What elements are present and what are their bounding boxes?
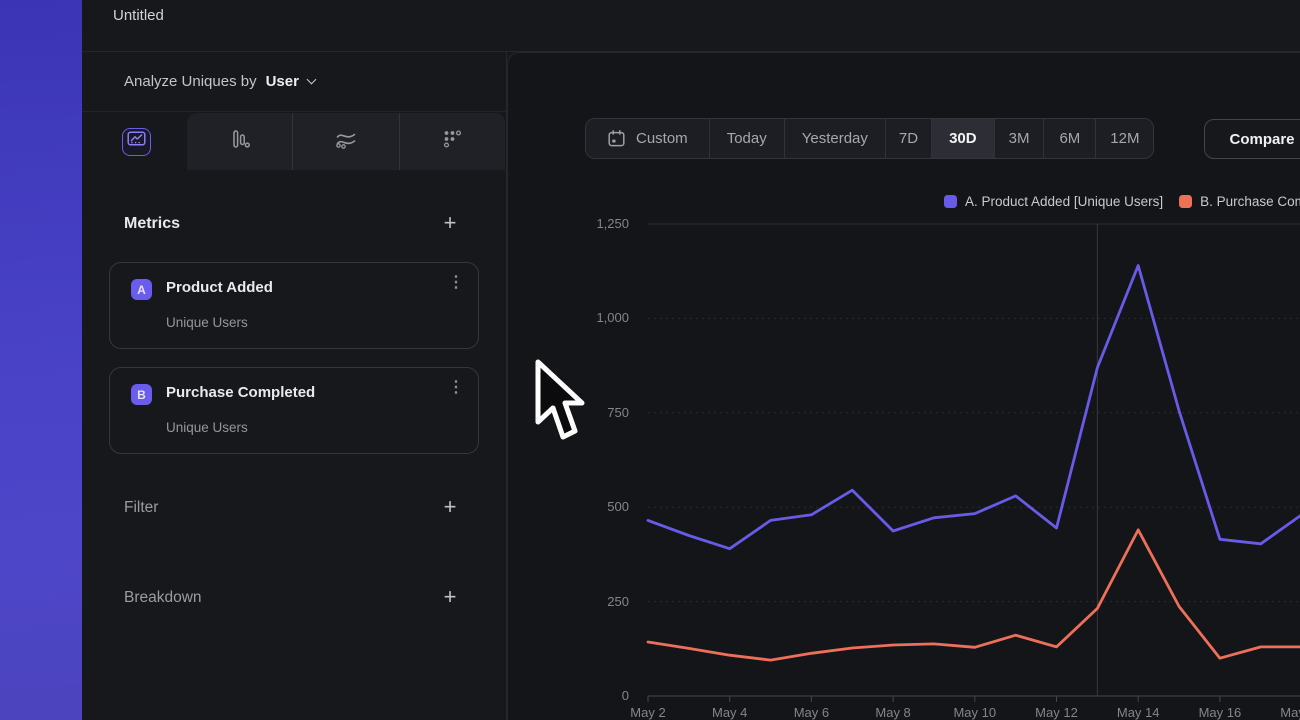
compare-button[interactable]: Compare (1204, 119, 1300, 159)
date-range-picker: Custom Today Yesterday 7D 30D 3M 6M 12M (585, 118, 1154, 159)
range-12m[interactable]: 12M (1095, 119, 1153, 158)
range-label: Yesterday (802, 130, 868, 147)
metric-options-icon[interactable]: ⋮ (447, 277, 465, 299)
retention-dots-icon (442, 129, 463, 155)
analyze-by-dropdown[interactable]: User (266, 73, 299, 90)
title-bar: Untitled (82, 0, 1300, 52)
metric-measure: Unique Users (166, 420, 248, 435)
screen: Untitled Analyze Uniques by User (0, 0, 1300, 720)
range-label: Today (727, 130, 767, 147)
metric-name: Product Added (166, 279, 273, 296)
flows-waves-icon (334, 128, 358, 155)
analyze-row: Analyze Uniques by User (82, 52, 506, 112)
legend-swatch (944, 195, 957, 208)
section-filter: Filter+ (82, 499, 506, 525)
add-breakdown-button[interactable]: + (438, 585, 462, 609)
chart-legend: A. Product Added [Unique Users] B. Purcha… (944, 193, 1300, 209)
metric-letter-badge: B (131, 384, 152, 405)
range-7d[interactable]: 7D (885, 119, 931, 158)
tab-funnels[interactable] (187, 113, 292, 170)
insights-chart-icon (127, 130, 146, 154)
metric-measure: Unique Users (166, 315, 248, 330)
section-label: Filter (124, 499, 158, 517)
legend-item-a[interactable]: A. Product Added [Unique Users] (944, 193, 1163, 209)
chart-panel: Custom Today Yesterday 7D 30D 3M 6M 12M Compare… (507, 52, 1300, 720)
analyze-label: Analyze Uniques by (124, 73, 257, 90)
query-sidebar: Analyze Uniques by User (82, 52, 507, 720)
legend-item-b[interactable]: B. Purchase Completed [Unique Users] (1179, 193, 1300, 209)
add-filter-button[interactable]: + (438, 495, 462, 519)
report-type-tabs (82, 112, 506, 170)
series-line-a[interactable] (648, 266, 1300, 549)
range-today[interactable]: Today (709, 119, 784, 158)
calendar-icon (607, 129, 626, 148)
funnels-bars-icon (229, 128, 251, 155)
chevron-down-icon (306, 75, 316, 85)
section-label: Breakdown (124, 589, 202, 607)
add-metric-button[interactable]: + (438, 211, 462, 235)
section-breakdown: Breakdown+ (82, 589, 506, 615)
range-3m[interactable]: 3M (994, 119, 1044, 158)
metrics-header: Metrics + (82, 215, 506, 241)
legend-label: A. Product Added [Unique Users] (965, 194, 1163, 209)
legend-label: B. Purchase Completed [Unique Users] (1200, 194, 1300, 209)
range-yesterday[interactable]: Yesterday (784, 119, 885, 158)
metric-card-b[interactable]: B Purchase Completed ⋮ Unique Users (109, 367, 479, 454)
report-title[interactable]: Untitled (113, 7, 164, 24)
range-label: 12M (1110, 130, 1139, 147)
line-chart[interactable] (586, 211, 1300, 716)
metric-name: Purchase Completed (166, 384, 315, 401)
range-6m[interactable]: 6M (1043, 119, 1095, 158)
range-label: 6M (1059, 130, 1080, 147)
metric-options-icon[interactable]: ⋮ (447, 382, 465, 404)
app-window: Untitled Analyze Uniques by User (82, 0, 1300, 720)
background-gradient-strip (0, 0, 82, 720)
range-label: Custom (636, 130, 688, 147)
legend-swatch (1179, 195, 1192, 208)
series-line-b[interactable] (648, 530, 1300, 660)
tab-insights[interactable] (122, 128, 151, 156)
range-label: 30D (949, 130, 977, 147)
range-30d[interactable]: 30D (931, 119, 994, 158)
range-label: 7D (899, 130, 918, 147)
range-label: 3M (1009, 130, 1030, 147)
metric-card-a[interactable]: A Product Added ⋮ Unique Users (109, 262, 479, 349)
range-custom[interactable]: Custom (586, 119, 709, 158)
metric-letter-badge: A (131, 279, 152, 300)
tab-flows[interactable] (292, 113, 398, 170)
mouse-cursor (532, 358, 586, 447)
metrics-heading: Metrics (124, 215, 180, 233)
report-type-tab-group (187, 113, 505, 170)
tab-retention[interactable] (399, 113, 505, 170)
